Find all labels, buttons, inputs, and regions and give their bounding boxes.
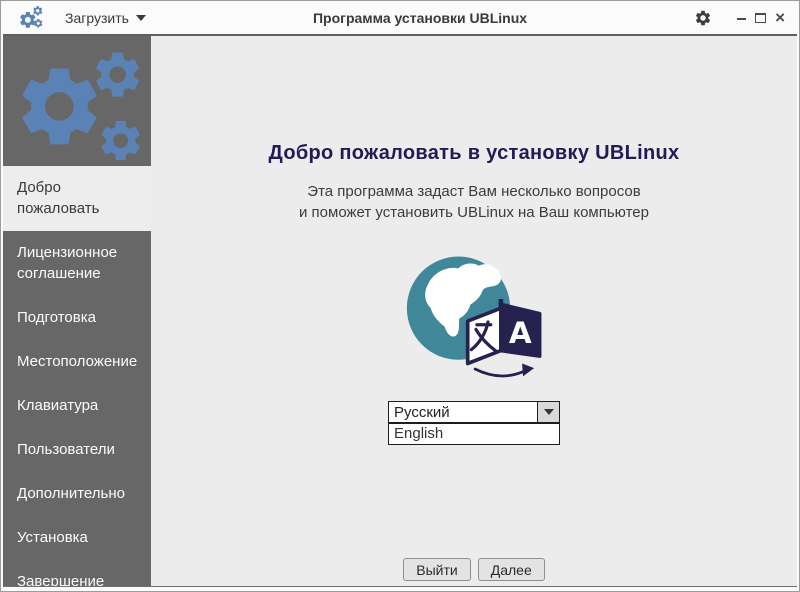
sidebar-item-license[interactable]: Лицензионное соглашение: [3, 231, 151, 296]
chevron-down-icon: [135, 14, 146, 21]
installer-window: Загрузить Программа установки UBLinux × …: [0, 0, 800, 592]
language-dropdown-list: English: [388, 423, 560, 445]
sidebar-item-keyboard[interactable]: Клавиатура: [3, 384, 151, 428]
language-option-english[interactable]: English: [389, 424, 559, 444]
sidebar-item-preparation[interactable]: Подготовка: [3, 296, 151, 340]
sidebar-item-welcome[interactable]: Добро пожаловать: [3, 166, 151, 231]
window-controls: ×: [694, 9, 785, 27]
app-gears-icon: [20, 6, 43, 28]
next-button[interactable]: Далее: [477, 558, 545, 581]
subtitle-line-2: и поможет установить UBLinux на Ваш комп…: [299, 204, 649, 221]
sidebar-item-finish[interactable]: Завершение: [3, 560, 151, 586]
close-icon[interactable]: ×: [775, 9, 785, 26]
language-dropdown-button[interactable]: [537, 402, 559, 422]
minimize-icon[interactable]: [737, 17, 747, 20]
language-select[interactable]: Русский: [388, 401, 560, 423]
sidebar: Добро пожаловать Лицензионное соглашение…: [3, 36, 151, 586]
titlebar: Загрузить Программа установки UBLinux ×: [3, 1, 797, 34]
app-body: Добро пожаловать Лицензионное соглашение…: [3, 36, 797, 587]
sidebar-item-advanced[interactable]: Дополнительно: [3, 472, 151, 516]
footer-buttons: Выйти Далее: [403, 558, 545, 586]
page-subtitle: Эта программа задаст Вам несколько вопро…: [299, 181, 649, 223]
sidebar-item-location[interactable]: Местоположение: [3, 340, 151, 384]
language-combobox-wrap: Русский English: [388, 401, 560, 445]
chevron-down-icon: [543, 409, 554, 415]
maximize-icon[interactable]: [755, 12, 767, 23]
load-menu-button[interactable]: Загрузить: [65, 10, 146, 26]
globe-translate-icon: A: [406, 256, 542, 378]
load-menu-label: Загрузить: [65, 9, 129, 26]
gear-icon[interactable]: [694, 9, 712, 27]
language-selected-value: Русский: [394, 404, 450, 421]
sidebar-item-installation[interactable]: Установка: [3, 516, 151, 560]
window-title: Программа установки UBLinux: [312, 9, 528, 26]
main-content: Добро пожаловать в установку UBLinux Эта…: [151, 36, 797, 586]
sidebar-item-users[interactable]: Пользователи: [3, 428, 151, 472]
subtitle-line-1: Эта программа задаст Вам несколько вопро…: [307, 183, 641, 200]
exit-button[interactable]: Выйти: [403, 558, 471, 581]
svg-text:A: A: [509, 316, 532, 350]
gears-logo-icon: [22, 52, 140, 161]
page-title: Добро пожаловать в установку UBLinux: [268, 142, 680, 164]
